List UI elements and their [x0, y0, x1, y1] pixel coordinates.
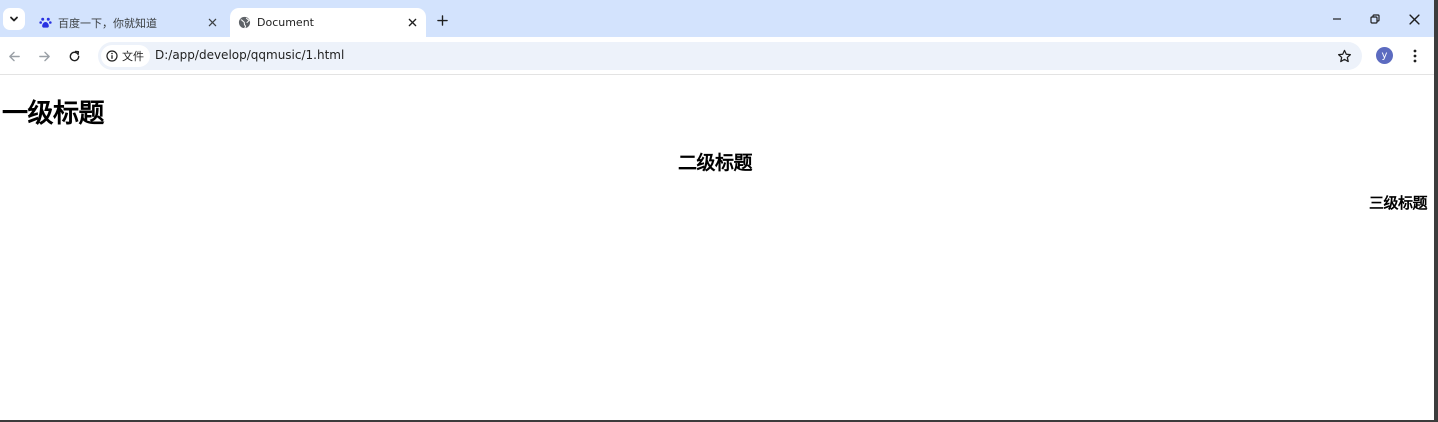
browser-toolbar: 文件 D:/app/develop/qqmusic/1.html y — [0, 37, 1434, 75]
arrow-left-icon — [8, 51, 20, 61]
plus-icon — [436, 14, 448, 26]
close-window-button[interactable] — [1397, 6, 1431, 32]
forward-button[interactable] — [34, 46, 54, 66]
back-button[interactable] — [4, 46, 24, 66]
site-info-label: 文件 — [122, 50, 144, 63]
url-text[interactable]: D:/app/develop/qqmusic/1.html — [155, 48, 344, 62]
new-tab-button[interactable] — [432, 10, 452, 30]
tab-strip: 百度一下，你就知道 Document — [0, 0, 1434, 37]
tab-title: 百度一下，你就知道 — [58, 16, 157, 30]
address-bar[interactable]: 文件 D:/app/develop/qqmusic/1.html — [98, 42, 1362, 70]
browser-menu-button[interactable] — [1405, 46, 1425, 66]
tab-document[interactable]: Document — [230, 8, 426, 37]
close-tab-icon[interactable] — [404, 15, 420, 31]
info-icon — [106, 50, 118, 62]
restore-button[interactable] — [1358, 6, 1392, 32]
globe-icon — [237, 16, 251, 30]
tab-title: Document — [257, 16, 314, 29]
restore-icon — [1370, 14, 1380, 24]
minimize-icon — [1333, 18, 1341, 20]
heading-level-2: 二级标题 — [677, 152, 753, 174]
heading-level-1: 一级标题 — [2, 99, 105, 129]
kebab-menu-icon — [1413, 49, 1417, 63]
page-content: 一级标题 二级标题 三级标题 — [0, 76, 1434, 420]
browser-window: 百度一下，你就知道 Document 文件 D:/app/develop/qqm… — [0, 0, 1434, 420]
close-icon — [1408, 13, 1420, 25]
profile-avatar[interactable]: y — [1376, 47, 1393, 64]
chevron-down-icon — [10, 16, 18, 22]
reload-icon — [69, 50, 79, 61]
bookmark-button[interactable] — [1335, 47, 1353, 65]
heading-level-3: 三级标题 — [1368, 194, 1428, 212]
close-tab-icon[interactable] — [204, 15, 220, 31]
star-icon — [1337, 49, 1351, 62]
baidu-paw-icon — [38, 16, 52, 30]
arrow-right-icon — [38, 51, 50, 61]
site-info-chip[interactable]: 文件 — [101, 45, 150, 67]
tab-search-button[interactable] — [3, 8, 25, 30]
reload-button[interactable] — [64, 46, 84, 66]
minimize-button[interactable] — [1320, 6, 1354, 32]
tab-baidu[interactable]: 百度一下，你就知道 — [31, 8, 226, 37]
